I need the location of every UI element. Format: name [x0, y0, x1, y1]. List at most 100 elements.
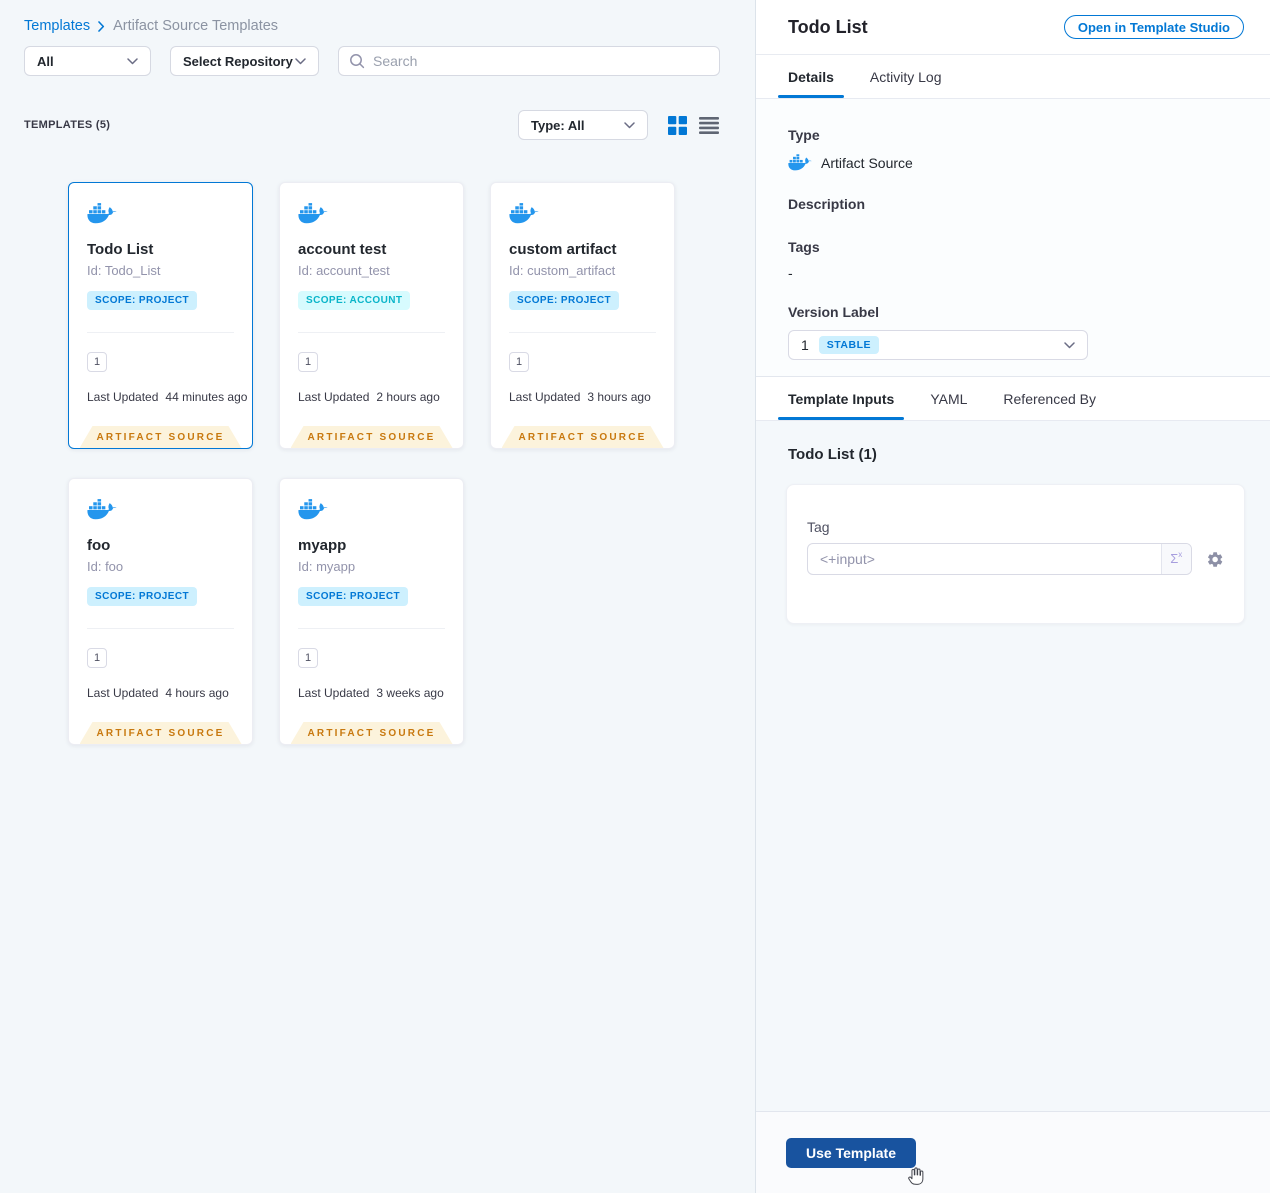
inputs-section-title: Todo List (1)	[788, 446, 877, 463]
card-divider	[87, 332, 234, 333]
open-in-template-studio-button[interactable]: Open in Template Studio	[1063, 15, 1244, 39]
description-label: Description	[788, 196, 866, 212]
artifact-source-ribbon: ARTIFACT SOURCE	[80, 722, 242, 744]
use-template-button[interactable]: Use Template	[786, 1138, 916, 1168]
card-version-chip: 1	[298, 648, 318, 668]
scope-badge: SCOPE: PROJECT	[87, 587, 197, 606]
card-version-chip: 1	[298, 352, 318, 372]
panel-header: Todo List Open in Template Studio	[756, 0, 1270, 55]
tab-referenced-by[interactable]: Referenced By	[1003, 377, 1096, 420]
panel-footer: Use Template	[756, 1111, 1270, 1193]
tab-details[interactable]: Details	[778, 55, 844, 98]
template-card-todo-list[interactable]: Todo List Id: Todo_List SCOPE: PROJECT 1…	[68, 182, 253, 449]
card-last-updated: Last Updated 4 hours ago	[87, 686, 229, 700]
template-card-account-test[interactable]: account test Id: account_test SCOPE: ACC…	[279, 182, 464, 449]
filters-row: All Select Repository	[24, 46, 755, 76]
tag-input-wrap: Σx	[807, 543, 1192, 575]
card-divider	[298, 628, 445, 629]
card-divider	[509, 332, 656, 333]
card-last-updated: Last Updated 2 hours ago	[298, 390, 440, 404]
search-box	[338, 46, 720, 76]
template-inputs-section: Todo List (1) Tag Σx	[756, 421, 1270, 1111]
list-header: TEMPLATES (5) Type: All	[24, 110, 719, 140]
artifact-source-ribbon: ARTIFACT SOURCE	[291, 722, 453, 744]
templates-list-area: Templates Artifact Source Templates All …	[0, 0, 755, 1193]
card-title: custom artifact	[509, 241, 617, 258]
card-id: Id: custom_artifact	[509, 263, 616, 278]
card-version-chip: 1	[87, 648, 107, 668]
stable-badge: STABLE	[818, 336, 880, 354]
version-label: Version Label	[788, 304, 880, 320]
tag-label: Tag	[807, 519, 830, 535]
card-id: Id: Todo_List	[87, 263, 161, 278]
docker-icon	[298, 203, 328, 225]
type-value-row: Artifact Source	[788, 154, 1238, 172]
list-view-icon[interactable]	[699, 116, 719, 134]
breadcrumb-current: Artifact Source Templates	[113, 18, 279, 34]
chevron-down-icon	[1064, 342, 1075, 349]
type-value: Artifact Source	[821, 155, 913, 171]
grid-view-icon[interactable]	[668, 115, 687, 135]
chevron-right-icon	[98, 20, 105, 32]
card-title: foo	[87, 537, 111, 554]
version-value: 1	[801, 337, 809, 353]
scope-badge: SCOPE: PROJECT	[509, 291, 619, 310]
type-label: Type	[788, 127, 820, 143]
search-icon	[350, 54, 365, 69]
chevron-down-icon	[127, 58, 138, 65]
scope-badge: SCOPE: ACCOUNT	[298, 291, 411, 310]
expression-sigma-button[interactable]: Σx	[1160, 544, 1191, 574]
tags-label: Tags	[788, 239, 820, 255]
docker-icon	[87, 499, 117, 521]
tags-value: -	[788, 265, 793, 281]
card-id: Id: account_test	[298, 263, 390, 278]
details-tabbar: Details Activity Log	[756, 55, 1270, 99]
card-last-updated: Last Updated 44 minutes ago	[87, 390, 248, 404]
type-filter-select[interactable]: Type: All	[518, 110, 648, 140]
card-title: myapp	[298, 537, 347, 554]
tab-template-inputs[interactable]: Template Inputs	[777, 377, 905, 420]
card-id: Id: myapp	[298, 559, 356, 574]
inputs-tabbar: Template Inputs YAML Referenced By	[756, 377, 1270, 421]
gear-icon[interactable]	[1206, 550, 1224, 569]
template-card-myapp[interactable]: myapp Id: myapp SCOPE: PROJECT 1 Last Up…	[279, 478, 464, 745]
inputs-card: Tag Σx	[786, 484, 1245, 624]
card-divider	[87, 628, 234, 629]
artifact-source-ribbon: ARTIFACT SOURCE	[502, 426, 664, 448]
chevron-down-icon	[624, 122, 635, 129]
scope-filter-select[interactable]: All	[24, 46, 151, 76]
breadcrumb-templates-link[interactable]: Templates	[24, 18, 90, 34]
docker-icon	[509, 203, 539, 225]
view-toggles	[668, 115, 719, 135]
tag-input[interactable]	[808, 544, 1161, 574]
panel-title: Todo List	[788, 16, 868, 37]
repository-filter-select[interactable]: Select Repository	[170, 46, 319, 76]
template-card-foo[interactable]: foo Id: foo SCOPE: PROJECT 1 Last Update…	[68, 478, 253, 745]
scope-badge: SCOPE: PROJECT	[87, 291, 197, 310]
artifact-source-ribbon: ARTIFACT SOURCE	[291, 426, 453, 448]
tab-yaml[interactable]: YAML	[930, 377, 967, 420]
card-last-updated: Last Updated 3 hours ago	[509, 390, 651, 404]
template-cards-grid: Todo List Id: Todo_List SCOPE: PROJECT 1…	[68, 182, 755, 745]
chevron-down-icon	[295, 58, 306, 65]
docker-icon	[788, 154, 812, 172]
template-card-custom-artifact[interactable]: custom artifact Id: custom_artifact SCOP…	[490, 182, 675, 449]
scope-badge: SCOPE: PROJECT	[298, 587, 408, 606]
version-select[interactable]: 1 STABLE	[788, 330, 1088, 360]
tag-input-row: Σx	[807, 543, 1224, 575]
template-details-panel: Todo List Open in Template Studio Detail…	[755, 0, 1270, 1193]
docker-icon	[87, 203, 117, 225]
card-title: Todo List	[87, 241, 154, 258]
search-input[interactable]	[373, 53, 709, 69]
card-version-chip: 1	[509, 352, 529, 372]
details-section: Type Artifact Source Description Tags - …	[756, 99, 1270, 377]
card-last-updated: Last Updated 3 weeks ago	[298, 686, 444, 700]
card-divider	[298, 332, 445, 333]
artifact-source-ribbon: ARTIFACT SOURCE	[80, 426, 242, 448]
docker-icon	[298, 499, 328, 521]
breadcrumb: Templates Artifact Source Templates	[24, 18, 755, 34]
card-title: account test	[298, 241, 387, 258]
card-version-chip: 1	[87, 352, 107, 372]
tab-activity-log[interactable]: Activity Log	[870, 55, 942, 98]
templates-count-label: TEMPLATES (5)	[24, 119, 111, 131]
